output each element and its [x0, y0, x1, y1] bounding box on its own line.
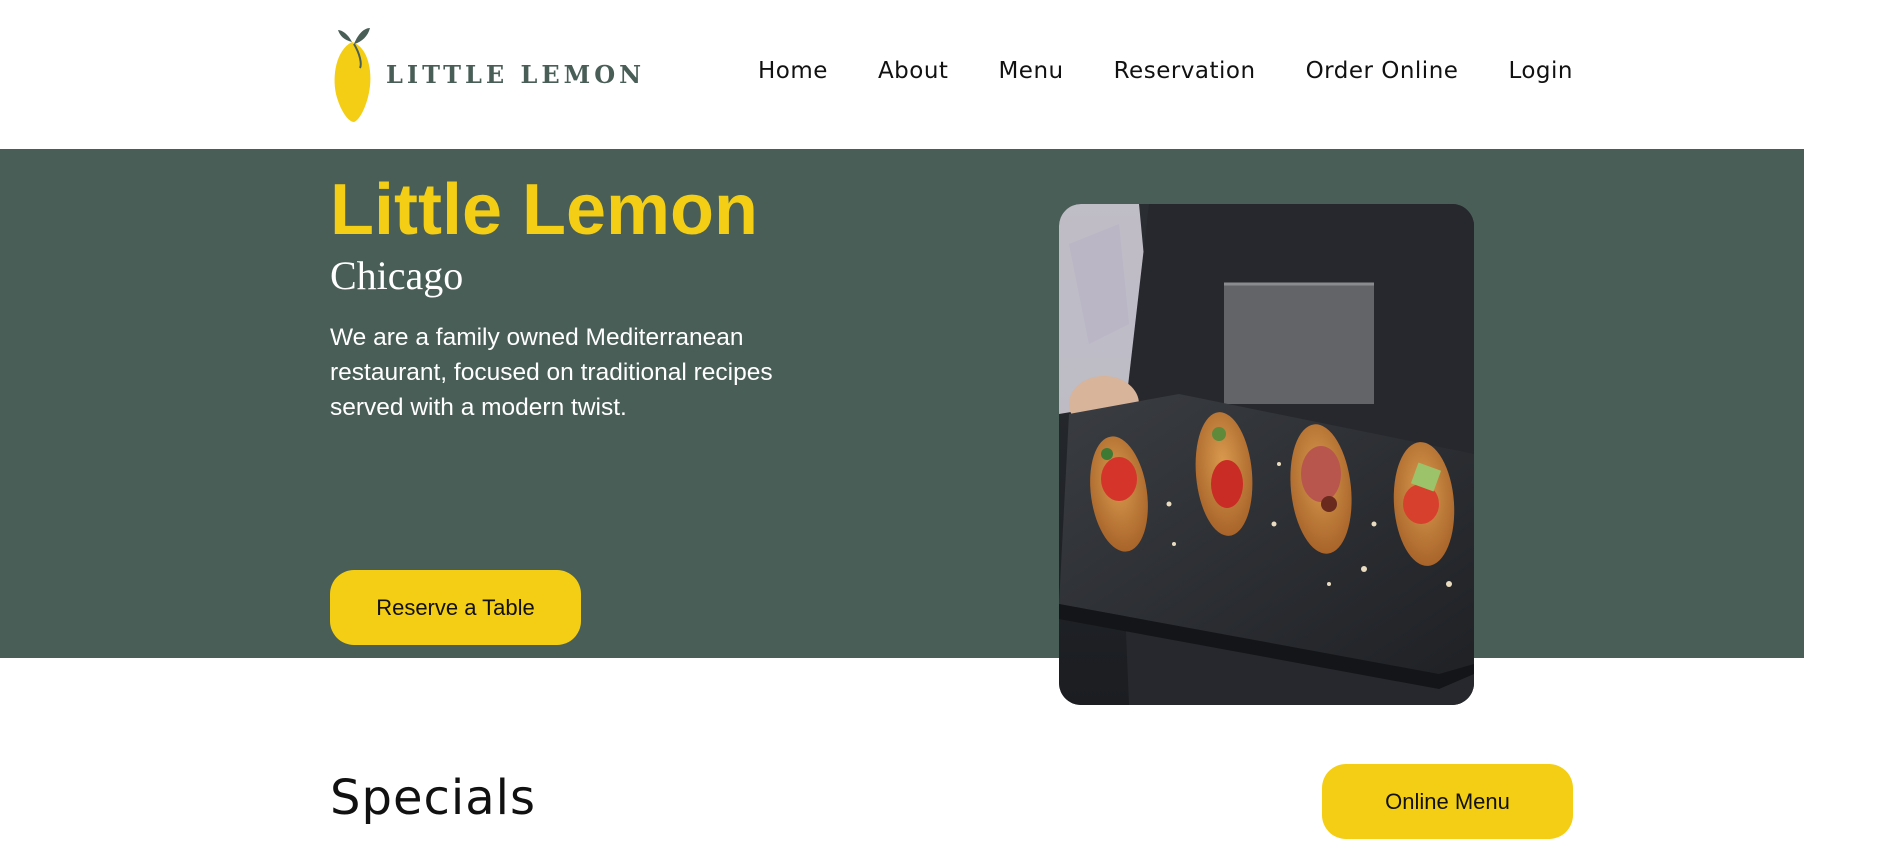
hero-description: We are a family owned Mediterranean rest… — [330, 324, 773, 421]
hero-title: Little Lemon — [330, 170, 758, 250]
food-photo-illustration — [1059, 204, 1474, 705]
nav-login[interactable]: Login — [1508, 58, 1573, 84]
bruschetta-platter-image — [1059, 204, 1474, 705]
hero-section — [0, 149, 1804, 658]
nav-reservation[interactable]: Reservation — [1114, 58, 1256, 84]
site-logo[interactable]: LITTLE LEMON — [330, 24, 645, 124]
specials-title: Specials — [330, 770, 536, 826]
logo-text: LITTLE LEMON — [386, 59, 646, 89]
nav-home[interactable]: Home — [758, 58, 828, 84]
lemon-logo-icon — [334, 28, 371, 122]
reserve-table-button[interactable]: Reserve a Table — [330, 570, 581, 645]
main-nav: Home About Menu Reservation Order Online… — [758, 58, 1573, 84]
nav-menu[interactable]: Menu — [998, 58, 1063, 84]
nav-about[interactable]: About — [878, 58, 949, 84]
hero-subtitle: Chicago — [330, 253, 464, 298]
online-menu-button[interactable]: Online Menu — [1322, 764, 1573, 839]
site-header: LITTLE LEMON Home About Menu Reservation… — [0, 0, 1893, 150]
nav-order-online[interactable]: Order Online — [1306, 58, 1459, 84]
